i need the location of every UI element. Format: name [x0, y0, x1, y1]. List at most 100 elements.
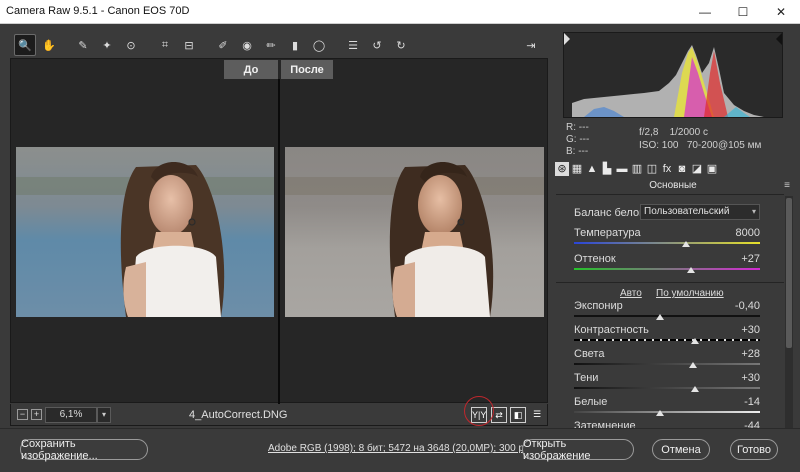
- done-button[interactable]: Готово: [730, 439, 778, 460]
- radial-filter-icon[interactable]: ◯: [308, 34, 330, 56]
- slider-value[interactable]: +27: [741, 253, 760, 265]
- panel-menu-icon[interactable]: ≡: [784, 180, 790, 191]
- slider-thumb[interactable]: [690, 338, 699, 344]
- after-label: После: [281, 60, 333, 79]
- slider-row: Экспонир -0,40: [574, 300, 760, 326]
- shutter-speed: 1/2000 с: [669, 127, 708, 138]
- graduated-filter-icon[interactable]: ▮: [284, 34, 306, 56]
- slider-row: Температура 8000: [574, 227, 760, 253]
- rotate-ccw-icon[interactable]: ↺: [366, 34, 388, 56]
- slider-label: Затемнение: [574, 420, 636, 428]
- slider-row: Белые -14: [574, 396, 760, 422]
- zoom-dropdown-button[interactable]: ▾: [97, 407, 111, 423]
- slider-thumb[interactable]: [690, 386, 699, 392]
- panel-tab-icon[interactable]: ▣: [705, 162, 719, 176]
- panel-tab-icon[interactable]: fx: [660, 162, 674, 176]
- title-bar: Camera Raw 9.5.1 - Canon EOS 70D — ☐ ✕: [0, 0, 800, 24]
- toggle-settings-icon[interactable]: ☰: [529, 407, 545, 423]
- zoom-out-button[interactable]: −: [17, 409, 28, 420]
- adjustment-brush-icon[interactable]: ✏: [260, 34, 282, 56]
- camera-info: R: --- G: --- B: --- f/2,8 1/2000 с ISO:…: [563, 118, 783, 158]
- aperture: f/2,8: [639, 127, 659, 138]
- white-balance-tool-icon[interactable]: ✎: [72, 34, 94, 56]
- white-balance-select[interactable]: Пользовательский ▾: [640, 204, 760, 220]
- copy-settings-button[interactable]: ◧: [510, 407, 526, 423]
- close-button[interactable]: ✕: [762, 0, 800, 24]
- targeted-adjustment-tool-icon[interactable]: ⊙: [120, 34, 142, 56]
- zoom-tool-icon[interactable]: 🔍: [14, 34, 36, 56]
- zoom-level-field[interactable]: 6,1%: [45, 407, 97, 423]
- save-image-button[interactable]: Сохранить изображение...: [20, 438, 148, 462]
- panel-tab-icon[interactable]: ▙: [600, 162, 614, 176]
- panel-separator: [556, 194, 784, 195]
- default-link[interactable]: По умолчанию: [656, 288, 724, 299]
- slider-value[interactable]: -0,40: [735, 300, 760, 312]
- panel-tab-icon[interactable]: ◪: [690, 162, 704, 176]
- workflow-options-link[interactable]: Adobe RGB (1998); 8 бит; 5472 на 3648 (2…: [268, 443, 532, 454]
- slider-track[interactable]: [574, 268, 760, 270]
- open-preferences-icon[interactable]: ⇥: [520, 34, 542, 56]
- slider-value[interactable]: -44: [744, 420, 760, 428]
- image-preview[interactable]: До После: [10, 58, 548, 404]
- before-after-divider: [278, 79, 280, 404]
- slider-track[interactable]: [574, 315, 760, 317]
- blue-readout: B: ---: [566, 146, 589, 157]
- panel-tab-icon[interactable]: ▬: [615, 162, 629, 176]
- slider-thumb[interactable]: [655, 314, 664, 320]
- iso: ISO: 100: [639, 140, 679, 151]
- auto-link[interactable]: Авто: [620, 288, 642, 299]
- cancel-button[interactable]: Отмена: [652, 439, 710, 460]
- slider-label: Контрастность: [574, 324, 649, 336]
- zoom-in-button[interactable]: +: [31, 409, 42, 420]
- slider-row: Оттенок +27: [574, 253, 760, 279]
- slider-value[interactable]: +30: [741, 324, 760, 336]
- slider-row: Затемнение -44: [574, 420, 760, 428]
- panel-tabs: ⊛ ▦ ▲ ▙ ▬ ▥ ◫ fx ◙ ◪ ▣: [553, 160, 793, 178]
- maximize-button[interactable]: ☐: [724, 0, 762, 24]
- panel-scrollbar[interactable]: [785, 196, 793, 428]
- slider-track[interactable]: [574, 363, 760, 365]
- panel-tab-icon[interactable]: ▥: [630, 162, 644, 176]
- slider-track[interactable]: [574, 242, 760, 244]
- highlight-circle: [464, 396, 494, 426]
- slider-track[interactable]: [574, 387, 760, 389]
- slider-value[interactable]: +28: [741, 348, 760, 360]
- rotate-cw-icon[interactable]: ↻: [390, 34, 412, 56]
- red-eye-tool-icon[interactable]: ◉: [236, 34, 258, 56]
- slider-label: Света: [574, 348, 605, 360]
- slider-row: Света +28: [574, 348, 760, 374]
- panel-tab-icon[interactable]: ⊛: [555, 162, 569, 176]
- slider-track[interactable]: [574, 411, 760, 413]
- slider-thumb[interactable]: [689, 362, 698, 368]
- slider-value[interactable]: -14: [744, 396, 760, 408]
- green-readout: G: ---: [566, 134, 590, 145]
- slider-thumb[interactable]: [687, 267, 696, 273]
- open-image-button[interactable]: Открыть изображение: [522, 438, 634, 462]
- minimize-button[interactable]: —: [686, 0, 724, 24]
- slider-track[interactable]: [574, 339, 760, 341]
- panel-title: Основные: [649, 180, 697, 191]
- after-photo: [285, 147, 544, 317]
- slider-label: Тени: [574, 372, 599, 384]
- basic-panel: Баланс белого: Пользовательский ▾ Авто П…: [556, 196, 784, 428]
- spot-removal-tool-icon[interactable]: ✐: [212, 34, 234, 56]
- color-sampler-tool-icon[interactable]: ✦: [96, 34, 118, 56]
- crop-tool-icon[interactable]: ⌗: [154, 34, 176, 56]
- slider-value[interactable]: 8000: [736, 227, 760, 239]
- slider-value[interactable]: +30: [741, 372, 760, 384]
- panel-tab-icon[interactable]: ◙: [675, 162, 689, 176]
- file-name: 4_AutoCorrect.DNG: [189, 409, 288, 421]
- before-label: До: [224, 60, 278, 79]
- panel-tab-icon[interactable]: ▦: [570, 162, 584, 176]
- slider-thumb[interactable]: [655, 410, 664, 416]
- panel-tab-icon[interactable]: ◫: [645, 162, 659, 176]
- panel-tab-icon[interactable]: ▲: [585, 162, 599, 176]
- preferences-icon[interactable]: ☰: [342, 34, 364, 56]
- straighten-tool-icon[interactable]: ⊟: [178, 34, 200, 56]
- scrollbar-thumb[interactable]: [786, 198, 792, 348]
- slider-thumb[interactable]: [681, 241, 690, 247]
- hand-tool-icon[interactable]: ✋: [38, 34, 60, 56]
- before-photo: [16, 147, 274, 317]
